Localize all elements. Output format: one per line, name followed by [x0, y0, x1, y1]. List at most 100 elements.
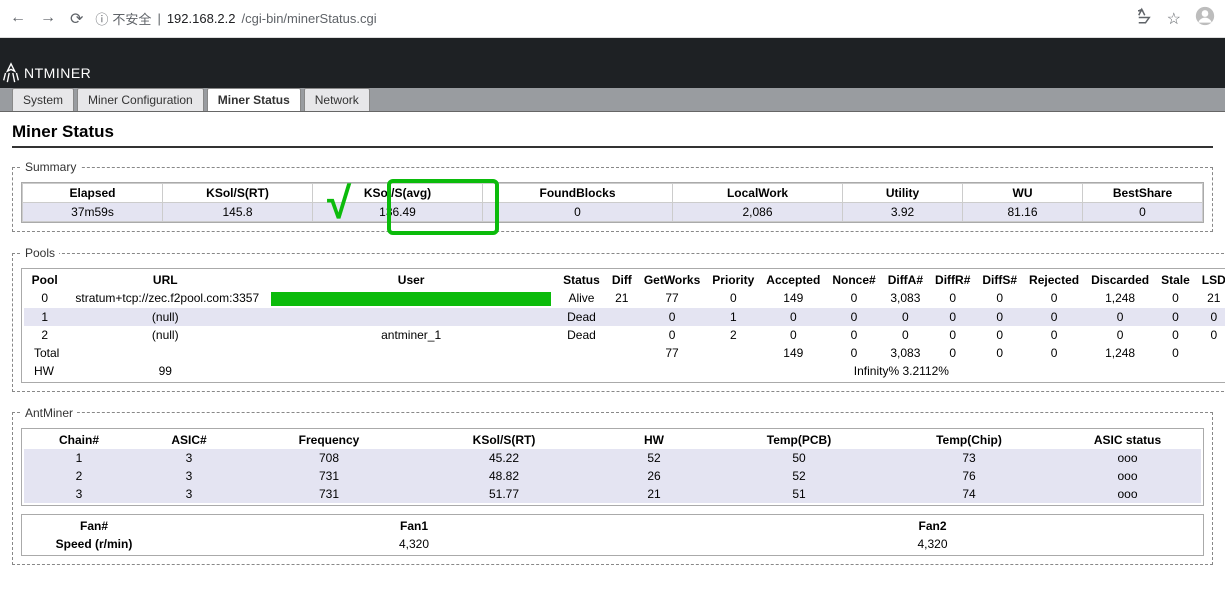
cell: 0 [976, 289, 1023, 308]
col-elapsed: Elapsed [23, 184, 163, 203]
cell: 2 [706, 326, 760, 344]
col-fan2: Fan2 [664, 517, 1201, 535]
cell: 0 [1023, 308, 1085, 326]
cell: 0 [929, 308, 976, 326]
cell: 2 [24, 467, 134, 485]
cell: 52 [714, 467, 884, 485]
cell: 0 [1085, 308, 1155, 326]
col-priority: Priority [706, 271, 760, 289]
col-hw: HW [594, 431, 714, 449]
cell: 73 [884, 449, 1054, 467]
cell: 52 [594, 449, 714, 467]
cell: 0 [976, 308, 1023, 326]
cell: 26 [594, 467, 714, 485]
star-icon[interactable]: ☆ [1167, 9, 1181, 29]
summary-table: Elapsed KSol/S(RT) KSol/S(avg) FoundBloc… [22, 183, 1203, 222]
col-tchip: Temp(Chip) [884, 431, 1054, 449]
cell: 0 [706, 289, 760, 308]
val-utility: 3.92 [843, 203, 963, 222]
cell: 0 [826, 289, 881, 308]
col-fan: Fan# [24, 517, 164, 535]
cell: stratum+tcp://zec.f2pool.com:3357 [65, 289, 265, 308]
cell: 0 [1023, 289, 1085, 308]
forward-icon[interactable]: → [40, 9, 56, 29]
col-diffa: DiffA# [882, 271, 929, 289]
cell: 0 [976, 344, 1023, 362]
cell: 2 [24, 326, 65, 344]
col-ksolavg: KSol/S(avg) [313, 184, 483, 203]
col-accepted: Accepted [760, 271, 826, 289]
cell: 0 [1155, 326, 1196, 344]
cell: 0 [1196, 308, 1225, 326]
col-astatus: ASIC status [1054, 431, 1201, 449]
cell: 51.77 [414, 485, 594, 503]
tab-miner-configuration[interactable]: Miner Configuration [77, 88, 204, 111]
hw-value: 99 [65, 362, 265, 380]
info-icon: ⓘ [95, 9, 108, 28]
cell: 0 [1196, 326, 1225, 344]
back-icon[interactable]: ← [10, 9, 26, 29]
url-separator: | [157, 11, 160, 26]
cell: 48.82 [414, 467, 594, 485]
url-host: 192.168.2.2 [167, 11, 236, 26]
cell: 0 [638, 308, 706, 326]
antminer-table: Chain# ASIC# Frequency KSol/S(RT) HW Tem… [24, 431, 1201, 503]
col-url: URL [65, 271, 265, 289]
insecure-badge: ⓘ 不安全 [95, 9, 151, 28]
tab-system[interactable]: System [12, 88, 74, 111]
pool-row-0: 0 stratum+tcp://zec.f2pool.com:3357 Aliv… [24, 289, 1225, 308]
col-status: Status [557, 271, 606, 289]
cell: Alive [557, 289, 606, 308]
reload-icon[interactable]: ⟳ [70, 9, 83, 29]
cell: 0 [1023, 344, 1085, 362]
fan1-speed: 4,320 [164, 535, 664, 553]
cell: 0 [1155, 344, 1196, 362]
tab-network[interactable]: Network [304, 88, 370, 111]
address-bar[interactable]: ⓘ 不安全 | 192.168.2.2/cgi-bin/minerStatus.… [95, 9, 1122, 28]
cell: 0 [826, 326, 881, 344]
summary-fieldset: Summary √ Elapsed KSol/S(RT) KSol/S(avg)… [12, 160, 1213, 232]
cell: 0 [826, 344, 881, 362]
cell: 0 [882, 308, 929, 326]
cell: 21 [606, 289, 638, 308]
val-ksolavg: 136.49 [313, 203, 483, 222]
hw-pct: Infinity% 3.2112% [826, 362, 976, 380]
chain-row-1: 1 3 708 45.22 52 50 73 ooo [24, 449, 1201, 467]
cell: 21 [1196, 289, 1225, 308]
pool-row-total: Total 77 149 0 3,083 0 0 0 1,248 0 [24, 344, 1225, 362]
col-discarded: Discarded [1085, 271, 1155, 289]
col-freq: Frequency [244, 431, 414, 449]
cell: 731 [244, 467, 414, 485]
user-redacted-bar [265, 289, 557, 308]
col-diffs: DiffS# [976, 271, 1023, 289]
col-chain: Chain# [24, 431, 134, 449]
translate-icon[interactable] [1135, 7, 1153, 30]
col-asic: ASIC# [134, 431, 244, 449]
tab-strip: System Miner Configuration Miner Status … [0, 88, 1225, 112]
tab-miner-status[interactable]: Miner Status [207, 88, 301, 111]
col-diff: Diff [606, 271, 638, 289]
cell: 74 [884, 485, 1054, 503]
cell: 708 [244, 449, 414, 467]
fan-row: Speed (r/min) 4,320 4,320 [24, 535, 1201, 553]
val-wu: 81.16 [963, 203, 1083, 222]
pool-row-2: 2 (null) antminer_1 Dead 0 2 0 0 0 0 0 0… [24, 326, 1225, 344]
cell: 1,248 [1085, 344, 1155, 362]
cell: 1,248 [1085, 289, 1155, 308]
col-tpcb: Temp(PCB) [714, 431, 884, 449]
cell: 0 [1023, 326, 1085, 344]
cell [265, 308, 557, 326]
profile-icon[interactable] [1195, 6, 1215, 31]
cell: 3,083 [882, 289, 929, 308]
cell: 0 [1085, 326, 1155, 344]
cell: 3 [24, 485, 134, 503]
cell: 0 [24, 289, 65, 308]
cell [606, 326, 638, 344]
val-bestshare: 0 [1083, 203, 1203, 222]
pools-table: Pool URL User Status Diff GetWorks Prior… [24, 271, 1225, 380]
cell: antminer_1 [265, 326, 557, 344]
cell: 3 [134, 485, 244, 503]
cell: 3,083 [882, 344, 929, 362]
pools-fieldset: Pools Pool URL User Status Diff GetWorks… [12, 246, 1225, 392]
val-ksolrt: 145.8 [163, 203, 313, 222]
